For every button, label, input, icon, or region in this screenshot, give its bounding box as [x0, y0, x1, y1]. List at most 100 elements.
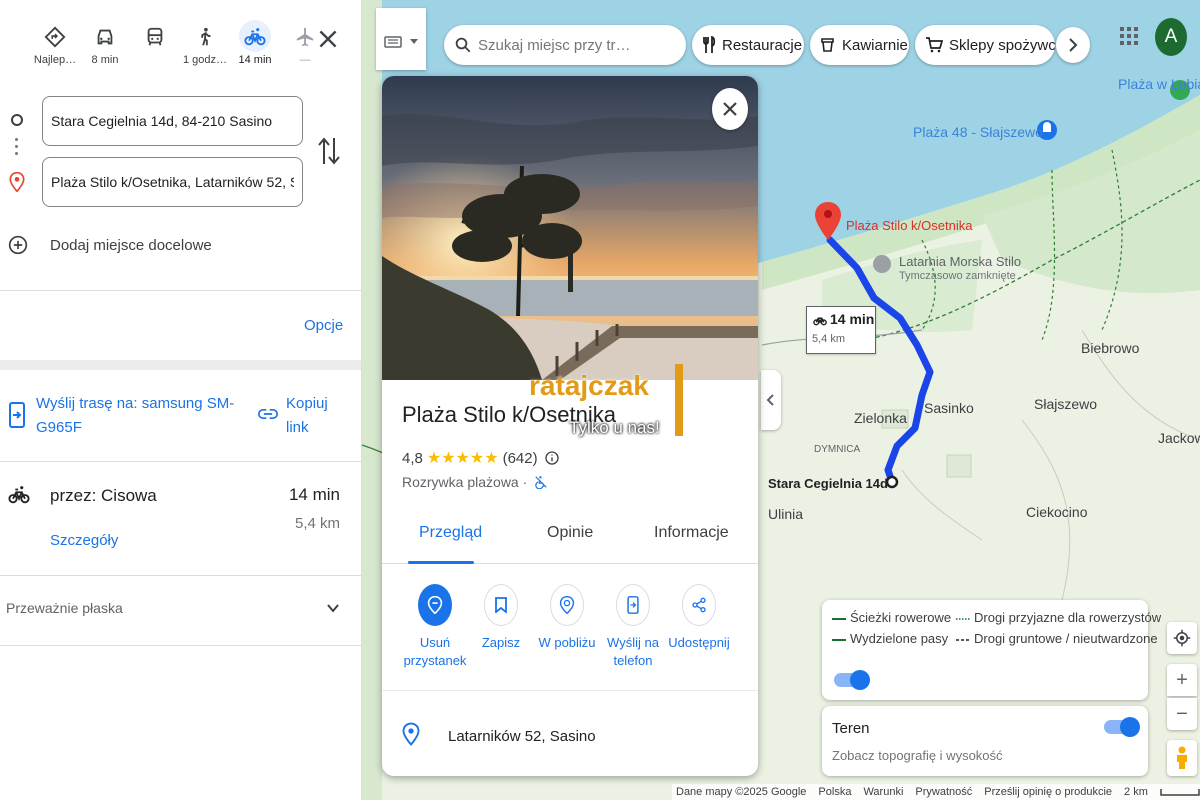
- place-tabs: Przegląd Opinie Informacje: [382, 516, 758, 564]
- info-icon[interactable]: [544, 450, 560, 466]
- car-icon: [97, 29, 113, 45]
- chip-label: Sklepy spożywcze: [949, 36, 1055, 54]
- place-label: Sasinko: [924, 400, 974, 416]
- add-destination-button[interactable]: Dodaj miejsce docelowe: [8, 230, 212, 260]
- close-place-button[interactable]: [712, 88, 748, 130]
- share-icon: [692, 597, 706, 613]
- place-label: Zielonka: [854, 410, 907, 426]
- directions-panel: Najlep… 8 min 1 godz… 14 min — Do: [0, 0, 362, 800]
- place-rating[interactable]: 4,8 ★★★★★ (642): [402, 448, 560, 468]
- chip-restaurants[interactable]: Restauracje: [692, 25, 804, 65]
- poi-status: Tymczasowo zamknięte: [899, 270, 1016, 282]
- route-callout[interactable]: 14 min 5,4 km: [806, 306, 876, 354]
- footer-link[interactable]: Prześlij opinię o produkcie: [984, 786, 1112, 798]
- caret-down-icon: [410, 39, 418, 44]
- mode-walk[interactable]: 1 godz…: [180, 18, 230, 78]
- footer-link[interactable]: Warunki: [863, 786, 903, 798]
- chevron-right-icon: [1069, 38, 1078, 52]
- action-label: Wyślij na telefon: [607, 635, 659, 668]
- terrain-layer-card[interactable]: Teren Zobacz topografię i wysokość: [822, 706, 1148, 776]
- terrain-title: Teren: [832, 720, 870, 737]
- my-location-button[interactable]: [1167, 622, 1197, 654]
- chip-cafes[interactable]: Kawiarnie: [810, 25, 909, 65]
- divider: [0, 290, 361, 291]
- remove-stop-button[interactable]: Usuń przystanek: [402, 584, 468, 670]
- mode-transit[interactable]: [130, 18, 180, 78]
- review-count[interactable]: (642): [503, 450, 538, 467]
- close-icon[interactable]: [315, 26, 341, 52]
- close-icon: [723, 102, 737, 116]
- scale-label[interactable]: 2 km: [1124, 786, 1148, 798]
- route-option[interactable]: przez: Cisowa 14 min 5,4 km Szczegóły: [0, 462, 361, 575]
- search-box[interactable]: [444, 25, 686, 65]
- chevron-down-icon[interactable]: [326, 601, 340, 615]
- tab-overview[interactable]: Przegląd: [419, 524, 482, 542]
- place-photo[interactable]: [382, 76, 758, 380]
- save-button[interactable]: Zapisz: [468, 584, 534, 652]
- place-address[interactable]: Latarników 52, Sasino: [448, 728, 596, 745]
- avatar[interactable]: A: [1155, 18, 1187, 56]
- bike-icon: [8, 486, 30, 504]
- mode-bike[interactable]: 14 min: [230, 18, 280, 78]
- footer-link[interactable]: Prywatność: [915, 786, 972, 798]
- details-link[interactable]: Szczegóły: [50, 532, 118, 549]
- transit-icon: [147, 27, 163, 46]
- mode-best[interactable]: Najlep…: [30, 18, 80, 78]
- origin-circle-icon: [11, 114, 23, 126]
- collapse-panel-button[interactable]: [761, 370, 781, 430]
- terrain-toggle[interactable]: [1104, 717, 1140, 737]
- divider: [0, 575, 361, 576]
- legend-item: Drogi przyjazne dla rowerzystów: [974, 610, 1162, 625]
- origin-label: Stara Cegielnia 14d: [768, 476, 888, 491]
- destination-input[interactable]: [42, 157, 303, 207]
- chips-next-button[interactable]: [1056, 27, 1090, 63]
- search-icon: [455, 37, 471, 53]
- chip-groceries[interactable]: Sklepy spożywcze: [915, 25, 1055, 65]
- place-label: Ulinia: [768, 506, 804, 522]
- send-to-phone-button[interactable]: Wyślij na telefon: [600, 584, 666, 670]
- tab-about[interactable]: Informacje: [654, 524, 729, 542]
- nearby-button[interactable]: W pobliżu: [534, 584, 600, 652]
- poi-label[interactable]: Plaża 48 - Słajszewo: [913, 124, 1043, 140]
- options-button[interactable]: Opcje: [304, 317, 343, 334]
- bike-layer-toggle[interactable]: [834, 670, 870, 690]
- chip-label: Restauracje: [722, 36, 803, 54]
- destination-label[interactable]: Plaża Stilo k/Osetnika: [846, 218, 972, 233]
- swap-icon[interactable]: [316, 134, 342, 168]
- cart-icon: [926, 37, 943, 53]
- place-category: Rozrywka plażowa ·: [402, 474, 548, 490]
- map-toolbar: Restauracje Kawiarnie Sklepy spożywcze A: [362, 0, 1200, 70]
- tab-reviews[interactable]: Opinie: [547, 524, 593, 542]
- place-title: Plaża Stilo k/Osetnika: [402, 402, 616, 427]
- bike-legend: Ścieżki rowerowe Drogi przyjazne dla row…: [822, 600, 1161, 700]
- search-input[interactable]: [478, 36, 678, 54]
- zoom-out-button[interactable]: −: [1167, 698, 1197, 730]
- input-tools-button[interactable]: [376, 8, 426, 70]
- apps-grid-icon[interactable]: [1120, 27, 1138, 45]
- route-distance: 5,4 km: [294, 515, 340, 532]
- mode-car[interactable]: 8 min: [80, 18, 130, 78]
- no-accessibility-icon: [535, 476, 547, 490]
- callout-distance: 5,4 km: [812, 333, 846, 345]
- bike-icon: [813, 317, 827, 326]
- action-label: Udostępnij: [668, 635, 730, 650]
- coffee-icon: [821, 38, 834, 52]
- street-view-button[interactable]: [1167, 740, 1197, 776]
- destination-pin-icon: [9, 172, 25, 192]
- scale-bar: [1160, 789, 1200, 796]
- place-label: Biebrowo: [1081, 340, 1140, 356]
- area-label: DYMNICA: [814, 444, 861, 455]
- zoom-in-button[interactable]: +: [1167, 664, 1197, 696]
- poi-label[interactable]: Plaża w Lubiatowie: [1118, 76, 1200, 92]
- share-button[interactable]: Udostępnij: [666, 584, 732, 652]
- place-label: Jackowo: [1158, 430, 1200, 446]
- send-to-phone-icon: [627, 596, 639, 614]
- legend-item: Drogi gruntowe / nieutwardzone: [974, 631, 1158, 646]
- action-label: Zapisz: [481, 635, 521, 650]
- poi-label[interactable]: Latarnia Morska Stilo: [899, 254, 1021, 269]
- footer-link[interactable]: Polska: [818, 786, 851, 798]
- place-card: Plaża Stilo k/Osetnika 4,8 ★★★★★ (642) R…: [382, 76, 758, 776]
- add-circle-icon: [8, 235, 28, 255]
- origin-input[interactable]: [42, 96, 303, 146]
- attribution: Dane mapy ©2025 Google: [676, 786, 807, 798]
